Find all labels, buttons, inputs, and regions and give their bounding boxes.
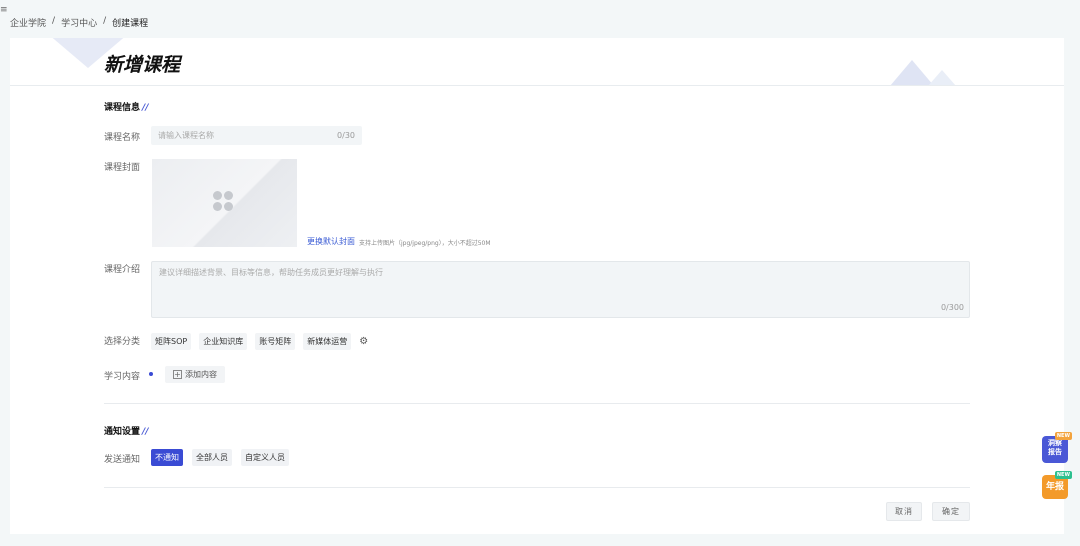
notify-options: 不通知 全部人员 自定义人员 [151, 449, 289, 466]
notify-option-none[interactable]: 不通知 [151, 449, 183, 466]
new-tag: NEW [1054, 471, 1072, 479]
breadcrumb-separator: / [103, 16, 107, 26]
new-tag: NEW [1054, 432, 1072, 440]
image-placeholder-icon [213, 191, 235, 213]
breadcrumb-item-learning-center[interactable]: 学习中心 [61, 16, 97, 29]
section-slash-icon: // [142, 427, 149, 437]
form-card: 新增课程 课程信息// 课程名称 请输入课程名称 0/30 课程封面 更换默认封… [10, 38, 1064, 534]
category-tag-account-matrix[interactable]: 账号矩阵 [255, 333, 296, 350]
breadcrumb-item-academy[interactable]: 企业学院 [10, 16, 46, 29]
course-intro-counter: 0/300 [940, 303, 964, 312]
course-name-input[interactable]: 请输入课程名称 0/30 [151, 126, 362, 145]
insight-report-line2: 报告 [1048, 448, 1062, 456]
insight-report-line1: 洞察 [1048, 439, 1062, 447]
course-intro-label: 课程介绍 [104, 265, 141, 275]
notify-option-custom[interactable]: 自定义人员 [241, 449, 289, 466]
category-tags: 矩阵SOP 企业知识库 账号矩阵 新媒体运营 ⚙ [151, 333, 368, 350]
plus-icon: + [173, 370, 182, 379]
section-title-notify: 通知设置// [104, 424, 149, 437]
required-dot-icon [149, 372, 153, 376]
course-cover-image[interactable] [152, 159, 297, 247]
section-title-text: 课程信息 [104, 103, 141, 113]
section-divider [104, 403, 970, 404]
footer-divider [104, 487, 970, 488]
decoration-shape [928, 70, 956, 85]
course-name-label: 课程名称 [104, 133, 141, 143]
change-cover-link[interactable]: 更换默认封面 [307, 236, 355, 247]
category-tag-matrix-sop[interactable]: 矩阵SOP [151, 333, 192, 350]
menu-toggle-icon[interactable]: ≡ [0, 6, 8, 15]
page-title: 新增课程 [104, 54, 181, 76]
add-content-label: 添加内容 [185, 370, 217, 379]
course-intro-placeholder: 建议详细描述背景、目标等信息，帮助任务成员更好理解与执行 [159, 268, 383, 277]
annual-report-badge[interactable]: NEW 年报 [1042, 471, 1072, 499]
breadcrumb-item-create-course: 创建课程 [112, 19, 149, 29]
course-name-counter: 0/30 [337, 131, 355, 140]
section-title-text: 通知设置 [104, 427, 141, 437]
cover-hint-text: 支持上传图片（jpg/jpeg/png），大小不超过50M [359, 240, 491, 247]
insight-report-badge[interactable]: NEW 洞察 报告 [1042, 432, 1072, 463]
course-intro-textarea[interactable]: 建议详细描述背景、目标等信息，帮助任务成员更好理解与执行 0/300 [151, 261, 970, 318]
learning-content-label: 学习内容 [104, 372, 141, 382]
category-tag-knowledge-base[interactable]: 企业知识库 [199, 333, 248, 350]
add-content-button[interactable]: + 添加内容 [165, 366, 225, 383]
notify-option-all[interactable]: 全部人员 [192, 449, 232, 466]
breadcrumb-separator: / [52, 16, 56, 26]
section-title-course-info: 课程信息// [104, 100, 149, 113]
category-tag-new-media[interactable]: 新媒体运营 [303, 333, 352, 350]
annual-report-label: 年报 [1045, 482, 1064, 492]
course-cover-label: 课程封面 [104, 163, 141, 173]
confirm-button[interactable]: 确定 [932, 502, 970, 521]
course-name-placeholder: 请输入课程名称 [158, 131, 214, 140]
cancel-button[interactable]: 取消 [886, 502, 922, 521]
breadcrumb: 企业学院 / 学习中心 / 创建课程 [10, 16, 148, 29]
gear-icon[interactable]: ⚙ [359, 336, 368, 347]
send-notify-label: 发送通知 [104, 455, 141, 465]
section-slash-icon: // [142, 103, 149, 113]
page-header: 新增课程 [10, 38, 1064, 86]
category-label: 选择分类 [104, 337, 141, 347]
